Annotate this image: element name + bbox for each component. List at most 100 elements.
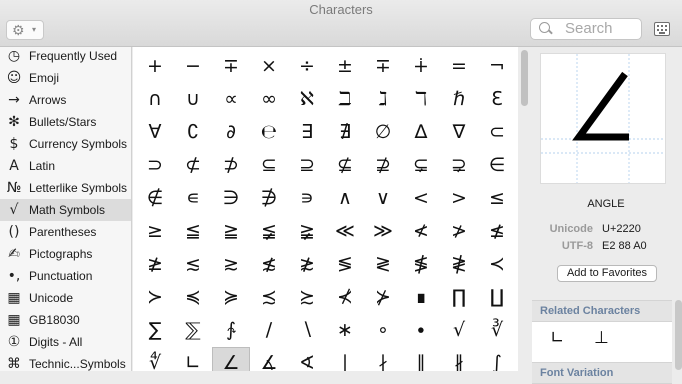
sidebar-item[interactable]: A Latin bbox=[0, 155, 131, 177]
character-cell[interactable]: ∝ bbox=[212, 83, 250, 116]
character-cell[interactable]: ∛ bbox=[478, 314, 516, 347]
grid-scrollbar[interactable] bbox=[521, 50, 528, 106]
character-cell[interactable]: > bbox=[440, 182, 478, 215]
character-cell[interactable]: ∄ bbox=[326, 116, 364, 149]
character-cell[interactable]: ≨ bbox=[250, 215, 288, 248]
character-cell[interactable]: ∇ bbox=[440, 116, 478, 149]
character-cell[interactable]: × bbox=[250, 50, 288, 83]
related-character[interactable]: ∟ bbox=[550, 328, 564, 348]
character-cell[interactable]: ∡ bbox=[250, 347, 288, 371]
character-cell[interactable]: ± bbox=[326, 50, 364, 83]
character-cell[interactable]: ≧ bbox=[212, 215, 250, 248]
sidebar-item[interactable]: √ Math Symbols bbox=[0, 199, 131, 221]
character-cell[interactable]: ∁ bbox=[174, 116, 212, 149]
character-cell[interactable]: ≶ bbox=[326, 248, 364, 281]
character-cell[interactable]: + bbox=[136, 50, 174, 83]
character-cell[interactable]: ≲ bbox=[174, 248, 212, 281]
sidebar-item[interactable]: ▦ Unicode bbox=[0, 287, 131, 309]
action-menu-button[interactable]: ⚙ ▾ bbox=[6, 20, 44, 40]
character-cell[interactable]: ∈ bbox=[478, 149, 516, 182]
character-cell[interactable]: ≵ bbox=[288, 248, 326, 281]
character-cell[interactable]: ⊈ bbox=[326, 149, 364, 182]
character-cell[interactable]: ⊊ bbox=[402, 149, 440, 182]
character-cell[interactable]: ∉ bbox=[136, 182, 174, 215]
character-cell[interactable]: ∃ bbox=[288, 116, 326, 149]
sidebar-item[interactable]: → Arrows bbox=[0, 89, 131, 111]
character-cell[interactable]: ≽ bbox=[212, 281, 250, 314]
character-cell[interactable]: ∨ bbox=[364, 182, 402, 215]
character-cell[interactable]: ∤ bbox=[364, 347, 402, 371]
sidebar-item[interactable]: •, Punctuation bbox=[0, 265, 131, 287]
character-cell[interactable]: ≰ bbox=[478, 215, 516, 248]
character-cell[interactable]: ∟ bbox=[174, 347, 212, 371]
character-cell[interactable]: ℸ bbox=[402, 83, 440, 116]
character-cell[interactable]: − bbox=[174, 50, 212, 83]
character-cell[interactable]: ∞ bbox=[250, 83, 288, 116]
character-cell[interactable]: ⊇ bbox=[288, 149, 326, 182]
character-cell[interactable]: ∓ bbox=[364, 50, 402, 83]
character-cell[interactable]: ≩ bbox=[288, 215, 326, 248]
keyboard-viewer-icon[interactable] bbox=[654, 22, 670, 36]
character-cell[interactable]: ≹ bbox=[440, 248, 478, 281]
add-to-favorites-button[interactable]: Add to Favorites bbox=[557, 265, 657, 282]
character-cell[interactable]: ¬ bbox=[478, 50, 516, 83]
character-cell[interactable]: ℏ bbox=[440, 83, 478, 116]
character-cell[interactable]: ⊉ bbox=[364, 149, 402, 182]
search-input[interactable]: Search bbox=[530, 18, 642, 40]
character-cell[interactable]: ∌ bbox=[250, 182, 288, 215]
character-cell[interactable]: ∣ bbox=[326, 347, 364, 371]
character-cell[interactable]: ∔ bbox=[402, 50, 440, 83]
character-cell[interactable]: ∆ bbox=[402, 116, 440, 149]
character-cell[interactable]: ℵ bbox=[288, 83, 326, 116]
character-cell[interactable]: ⊋ bbox=[440, 149, 478, 182]
sidebar-item[interactable]: ◷ Frequently Used bbox=[0, 47, 131, 67]
character-cell[interactable]: ≥ bbox=[136, 215, 174, 248]
character-cell[interactable]: ∊ bbox=[174, 182, 212, 215]
character-cell[interactable]: ∥ bbox=[402, 347, 440, 371]
character-cell[interactable]: ≤ bbox=[478, 182, 516, 215]
sidebar-item[interactable]: ☺ Emoji bbox=[0, 67, 131, 89]
character-cell[interactable]: ℇ bbox=[478, 83, 516, 116]
character-cell[interactable]: ∋ bbox=[212, 182, 250, 215]
character-cell[interactable]: ⊁ bbox=[364, 281, 402, 314]
character-cell[interactable]: ℶ bbox=[326, 83, 364, 116]
character-cell[interactable]: ≻ bbox=[136, 281, 174, 314]
character-cell[interactable]: ≪ bbox=[326, 215, 364, 248]
character-cell[interactable]: ∱ bbox=[212, 314, 250, 347]
sidebar-item[interactable]: № Letterlike Symbols bbox=[0, 177, 131, 199]
sidebar-item[interactable]: ① Digits - All bbox=[0, 331, 131, 353]
character-cell[interactable]: ∗ bbox=[326, 314, 364, 347]
character-cell[interactable]: ∪ bbox=[174, 83, 212, 116]
sidebar-item[interactable]: ✻ Bullets/Stars bbox=[0, 111, 131, 133]
character-cell[interactable]: ⊃ bbox=[136, 149, 174, 182]
character-cell[interactable]: < bbox=[402, 182, 440, 215]
character-cell[interactable]: ∢ bbox=[288, 347, 326, 371]
character-cell[interactable]: ∑ bbox=[136, 314, 174, 347]
character-cell[interactable]: ⊅ bbox=[212, 149, 250, 182]
character-cell[interactable]: ∂ bbox=[212, 116, 250, 149]
character-cell[interactable]: ℮ bbox=[250, 116, 288, 149]
character-cell[interactable]: ∎ bbox=[402, 281, 440, 314]
character-cell[interactable]: ∘ bbox=[364, 314, 402, 347]
character-cell[interactable]: ∦ bbox=[440, 347, 478, 371]
character-cell[interactable]: ∧ bbox=[326, 182, 364, 215]
character-cell[interactable]: ≿ bbox=[288, 281, 326, 314]
character-cell[interactable]: ⊆ bbox=[250, 149, 288, 182]
character-cell[interactable]: ∍ bbox=[288, 182, 326, 215]
sidebar-item[interactable]: () Parentheses bbox=[0, 221, 131, 243]
sidebar-item[interactable]: ✍ Pictographs bbox=[0, 243, 131, 265]
related-character[interactable]: ⊥ bbox=[594, 328, 609, 348]
character-cell[interactable]: ⊄ bbox=[174, 149, 212, 182]
character-cell[interactable]: ≴ bbox=[250, 248, 288, 281]
character-cell[interactable]: ⊀ bbox=[326, 281, 364, 314]
character-cell[interactable]: ∀ bbox=[136, 116, 174, 149]
character-cell[interactable]: ≾ bbox=[250, 281, 288, 314]
character-cell[interactable]: ≱ bbox=[136, 248, 174, 281]
character-cell[interactable]: ∓ bbox=[212, 50, 250, 83]
character-cell[interactable]: ∠ bbox=[212, 347, 250, 371]
character-cell[interactable]: ∩ bbox=[136, 83, 174, 116]
character-cell[interactable]: ⊂ bbox=[478, 116, 516, 149]
detail-scrollbar[interactable] bbox=[675, 300, 682, 370]
character-cell[interactable]: ∕ bbox=[250, 314, 288, 347]
character-cell[interactable]: ≼ bbox=[174, 281, 212, 314]
